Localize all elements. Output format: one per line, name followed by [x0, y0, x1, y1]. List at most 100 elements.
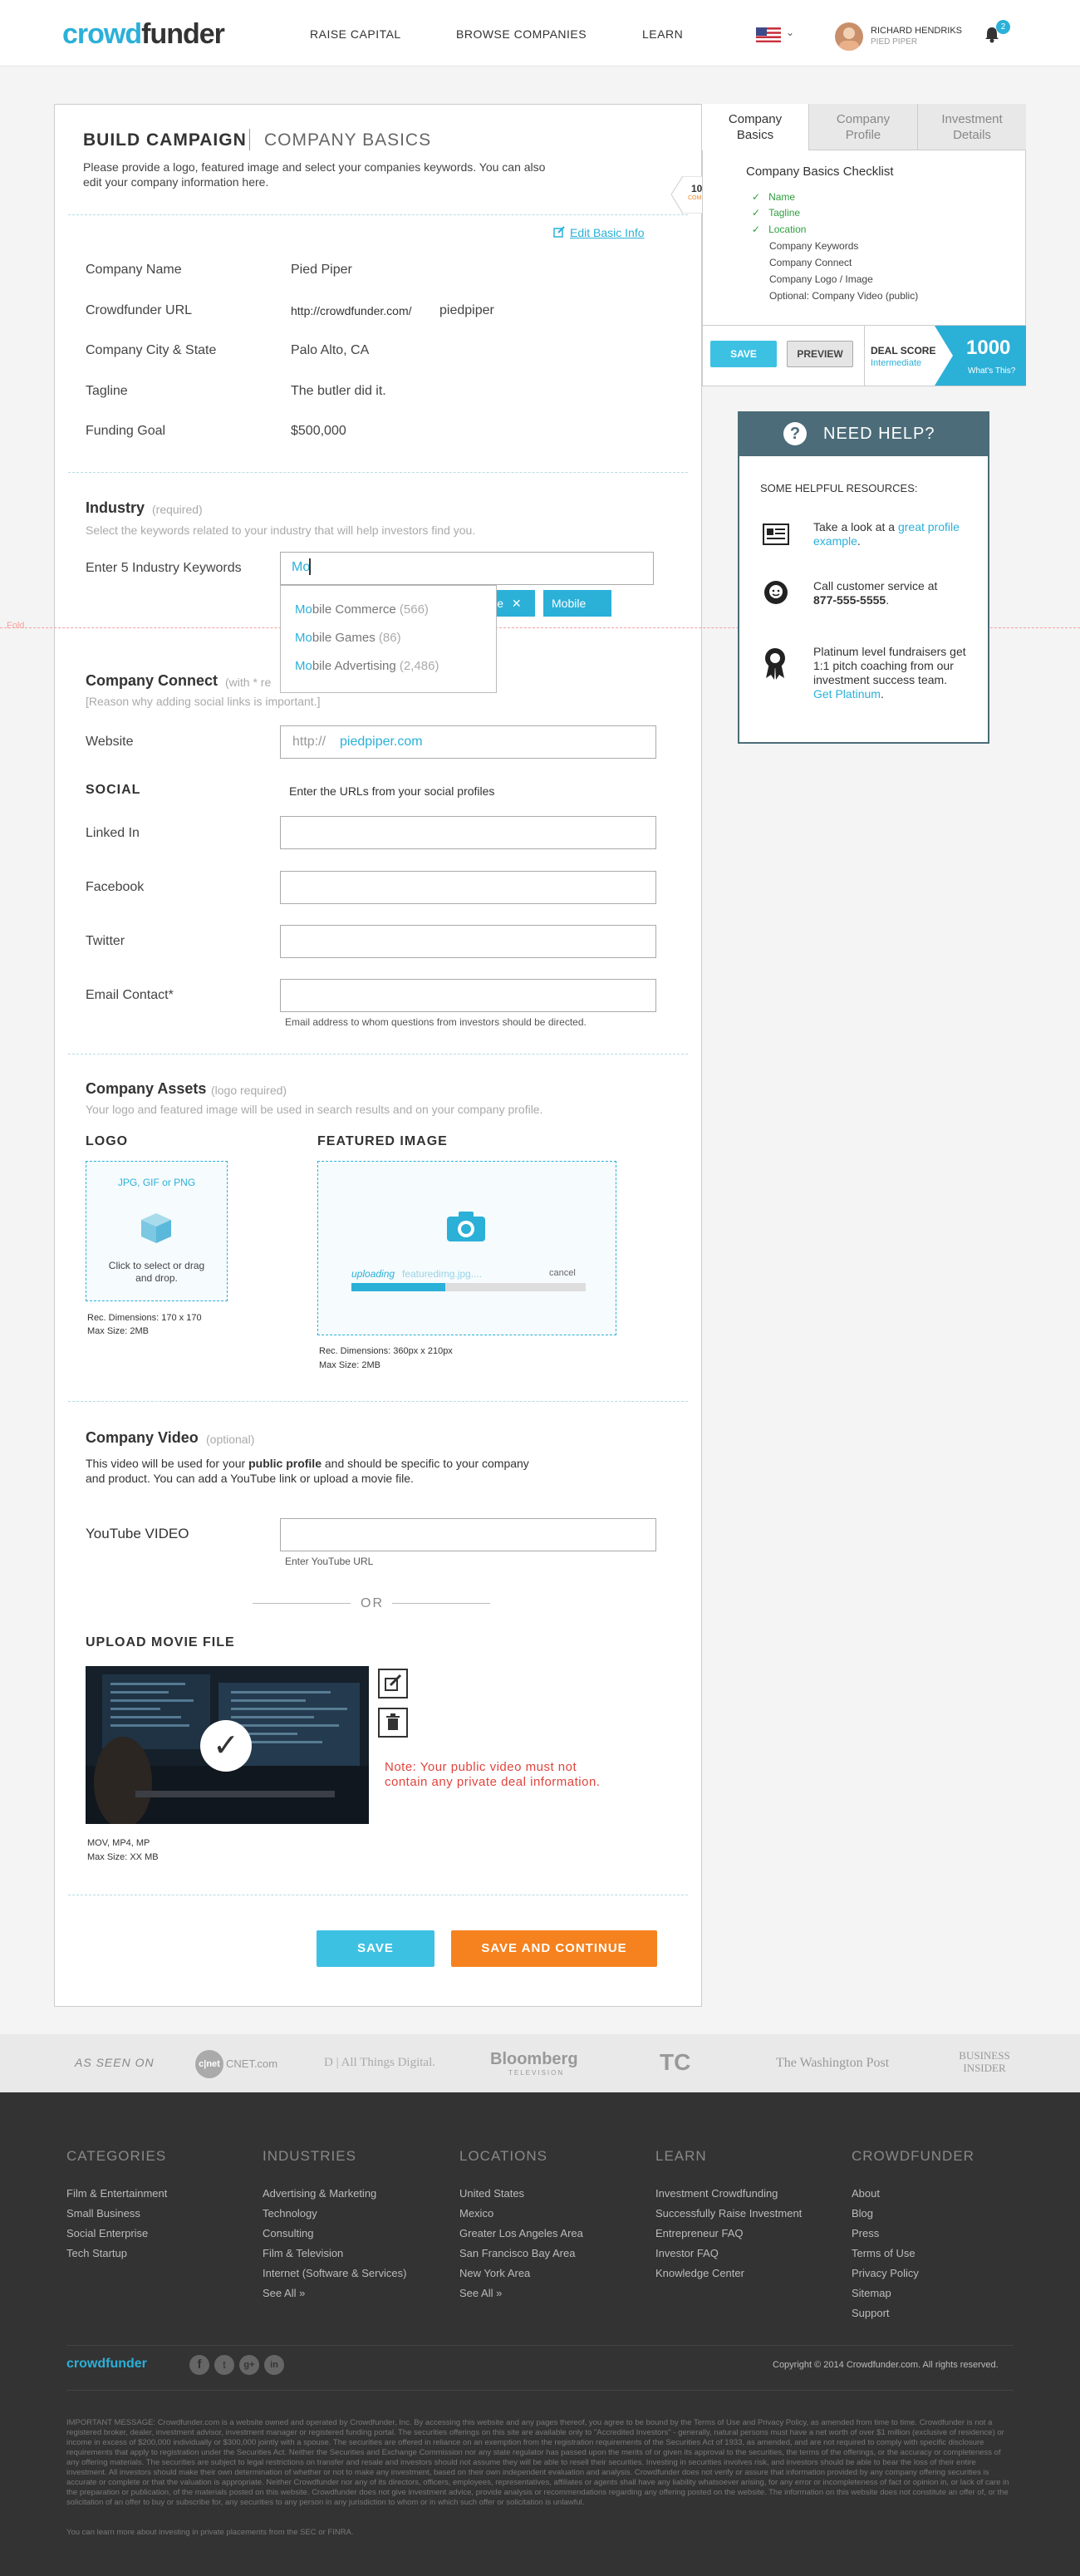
- footer-link[interactable]: Knowledge Center: [655, 2264, 802, 2283]
- footer-link[interactable]: See All »: [459, 2283, 583, 2303]
- company-video-title: Company Video: [86, 1429, 199, 1446]
- tag-remove-icon[interactable]: ✕: [512, 597, 522, 610]
- save-button[interactable]: SAVE: [317, 1930, 434, 1967]
- linkedin-icon[interactable]: in: [264, 2355, 284, 2375]
- page-title: BUILD CAMPAIGN: [83, 130, 247, 150]
- facebook-icon[interactable]: f: [189, 2355, 209, 2375]
- footer-link[interactable]: Press: [852, 2224, 919, 2244]
- footer-link[interactable]: Successfully Raise Investment: [655, 2204, 802, 2224]
- youtube-input[interactable]: [280, 1518, 656, 1551]
- check-icon: ✓: [200, 1720, 252, 1772]
- footer-link[interactable]: Internet (Software & Services): [263, 2264, 406, 2283]
- brand-all-things-digital: D | All Things Digital.: [324, 2056, 435, 2069]
- footer-link[interactable]: Greater Los Angeles Area: [459, 2224, 583, 2244]
- phone-number[interactable]: 877-555-5555: [813, 593, 886, 607]
- footer-link[interactable]: Advertising & Marketing: [263, 2184, 406, 2204]
- footer-col-title: LOCATIONS: [459, 2148, 547, 2164]
- checklist-item: Optional: Company Video (public): [769, 290, 919, 302]
- company-connect-desc: [Reason why adding social links is impor…: [86, 695, 321, 708]
- footer-link[interactable]: United States: [459, 2184, 583, 2204]
- footer-link[interactable]: New York Area: [459, 2264, 583, 2283]
- us-flag-icon[interactable]: [756, 27, 781, 42]
- industry-keyword-input[interactable]: [280, 552, 654, 585]
- edit-icon[interactable]: [553, 226, 565, 238]
- resource-customer-service: Call customer service at 877-555-5555.: [813, 579, 938, 607]
- footer-link[interactable]: Investor FAQ: [655, 2244, 802, 2264]
- facebook-input[interactable]: [280, 871, 656, 904]
- linkedin-input[interactable]: [280, 816, 656, 849]
- footer-link[interactable]: Entrepreneur FAQ: [655, 2224, 802, 2244]
- video-desc-2: and product. You can add a YouTube link …: [86, 1472, 414, 1485]
- suggestion-item[interactable]: Mobile Games (86): [295, 631, 401, 645]
- nav-browse-companies[interactable]: BROWSE COMPANIES: [456, 27, 587, 41]
- keyword-tag[interactable]: Mobile ✕: [543, 590, 611, 637]
- sidebar-save-button[interactable]: SAVE: [710, 341, 777, 367]
- suggestion-item[interactable]: Mobile Advertising (2,486): [295, 659, 439, 673]
- twitter-input[interactable]: [280, 925, 656, 958]
- email-contact-input[interactable]: [280, 979, 656, 1012]
- footer-link[interactable]: Investment Crowdfunding: [655, 2184, 802, 2204]
- nav-raise-capital[interactable]: RAISE CAPITAL: [310, 27, 401, 41]
- divider: [68, 472, 688, 473]
- footer-link[interactable]: Support: [852, 2303, 919, 2323]
- footer-link[interactable]: Film & Television: [263, 2244, 406, 2264]
- tab-company-profile[interactable]: Company Profile: [808, 104, 917, 150]
- youtube-help: Enter YouTube URL: [285, 1556, 374, 1567]
- footer-col-crowdfunder: About Blog Press Terms of Use Privacy Po…: [852, 2184, 919, 2323]
- or-line-right: [392, 1603, 490, 1604]
- legal-disclaimer: IMPORTANT MESSAGE: Crowdfunder.com is a …: [66, 2418, 1009, 2507]
- footer-link[interactable]: Small Business: [66, 2204, 167, 2224]
- headset-icon: [763, 579, 789, 606]
- social-heading: SOCIAL: [86, 783, 141, 797]
- featured-max: Max Size: 2MB: [319, 1360, 380, 1370]
- save-and-continue-button[interactable]: SAVE AND CONTINUE: [451, 1930, 657, 1967]
- nav-learn[interactable]: LEARN: [642, 27, 683, 41]
- crowdfunder-url-slug: piedpiper: [439, 303, 494, 317]
- cnet-logo-icon: c|net: [195, 2050, 223, 2078]
- website-input[interactable]: http:// piedpiper.com: [280, 725, 656, 759]
- logo-dropzone[interactable]: JPG, GIF or PNG Click to select or drag …: [86, 1161, 228, 1301]
- question-icon: ?: [783, 422, 807, 445]
- footer-link[interactable]: Sitemap: [852, 2283, 919, 2303]
- footer-link[interactable]: Technology: [263, 2204, 406, 2224]
- google-plus-icon[interactable]: g+: [239, 2355, 259, 2375]
- footer-link[interactable]: Tech Startup: [66, 2244, 167, 2264]
- crowdfunder-logo[interactable]: crowdfunder: [62, 18, 225, 51]
- tab-company-basics[interactable]: Company Basics: [702, 104, 808, 150]
- suggestion-item[interactable]: Mobile Commerce (566): [295, 602, 429, 617]
- twitter-icon[interactable]: t: [214, 2355, 234, 2375]
- footer-link[interactable]: Consulting: [263, 2224, 406, 2244]
- industry-required: (required): [152, 503, 203, 516]
- footer-link[interactable]: Film & Entertainment: [66, 2184, 167, 2204]
- company-connect-req: (with * re: [225, 676, 272, 689]
- chevron-down-icon[interactable]: ⌄: [786, 27, 794, 38]
- footer-link[interactable]: Terms of Use: [852, 2244, 919, 2264]
- footer-link[interactable]: San Francisco Bay Area: [459, 2244, 583, 2264]
- featured-image-dropzone[interactable]: uploading featuredimg.jpg.... cancel: [317, 1161, 616, 1335]
- footer-link[interactable]: Privacy Policy: [852, 2264, 919, 2283]
- edit-video-icon[interactable]: [378, 1669, 408, 1698]
- footer-link[interactable]: Blog: [852, 2204, 919, 2224]
- tab-investment-details[interactable]: Investment Details: [917, 104, 1026, 150]
- text-cursor: [309, 558, 311, 575]
- edit-basic-info-link[interactable]: Edit Basic Info: [570, 226, 645, 239]
- footer-logo[interactable]: crowdfunder: [66, 2357, 147, 2372]
- avatar[interactable]: [835, 22, 863, 51]
- footer-link[interactable]: Social Enterprise: [66, 2224, 167, 2244]
- intro-text-1: Please provide a logo, featured image an…: [83, 160, 546, 174]
- footer-link[interactable]: See All »: [263, 2283, 406, 2303]
- tag-remove-icon[interactable]: ✕: [557, 623, 567, 637]
- divider: [68, 214, 688, 215]
- footer-link[interactable]: About: [852, 2184, 919, 2204]
- footer-link[interactable]: Mexico: [459, 2204, 583, 2224]
- checklist-item: Company Connect: [769, 257, 852, 268]
- get-platinum-link[interactable]: Get Platinum: [813, 687, 881, 701]
- check-icon: ✓: [752, 191, 761, 203]
- brand-cnet: CNET.com: [226, 2057, 278, 2070]
- whats-this-link[interactable]: What's This?: [968, 366, 1015, 376]
- preview-button[interactable]: PREVIEW: [787, 341, 853, 367]
- upload-progress-track: [351, 1283, 586, 1291]
- divider: [66, 2345, 1014, 2346]
- cancel-upload-link[interactable]: cancel: [549, 1268, 576, 1278]
- trash-icon[interactable]: [378, 1708, 408, 1738]
